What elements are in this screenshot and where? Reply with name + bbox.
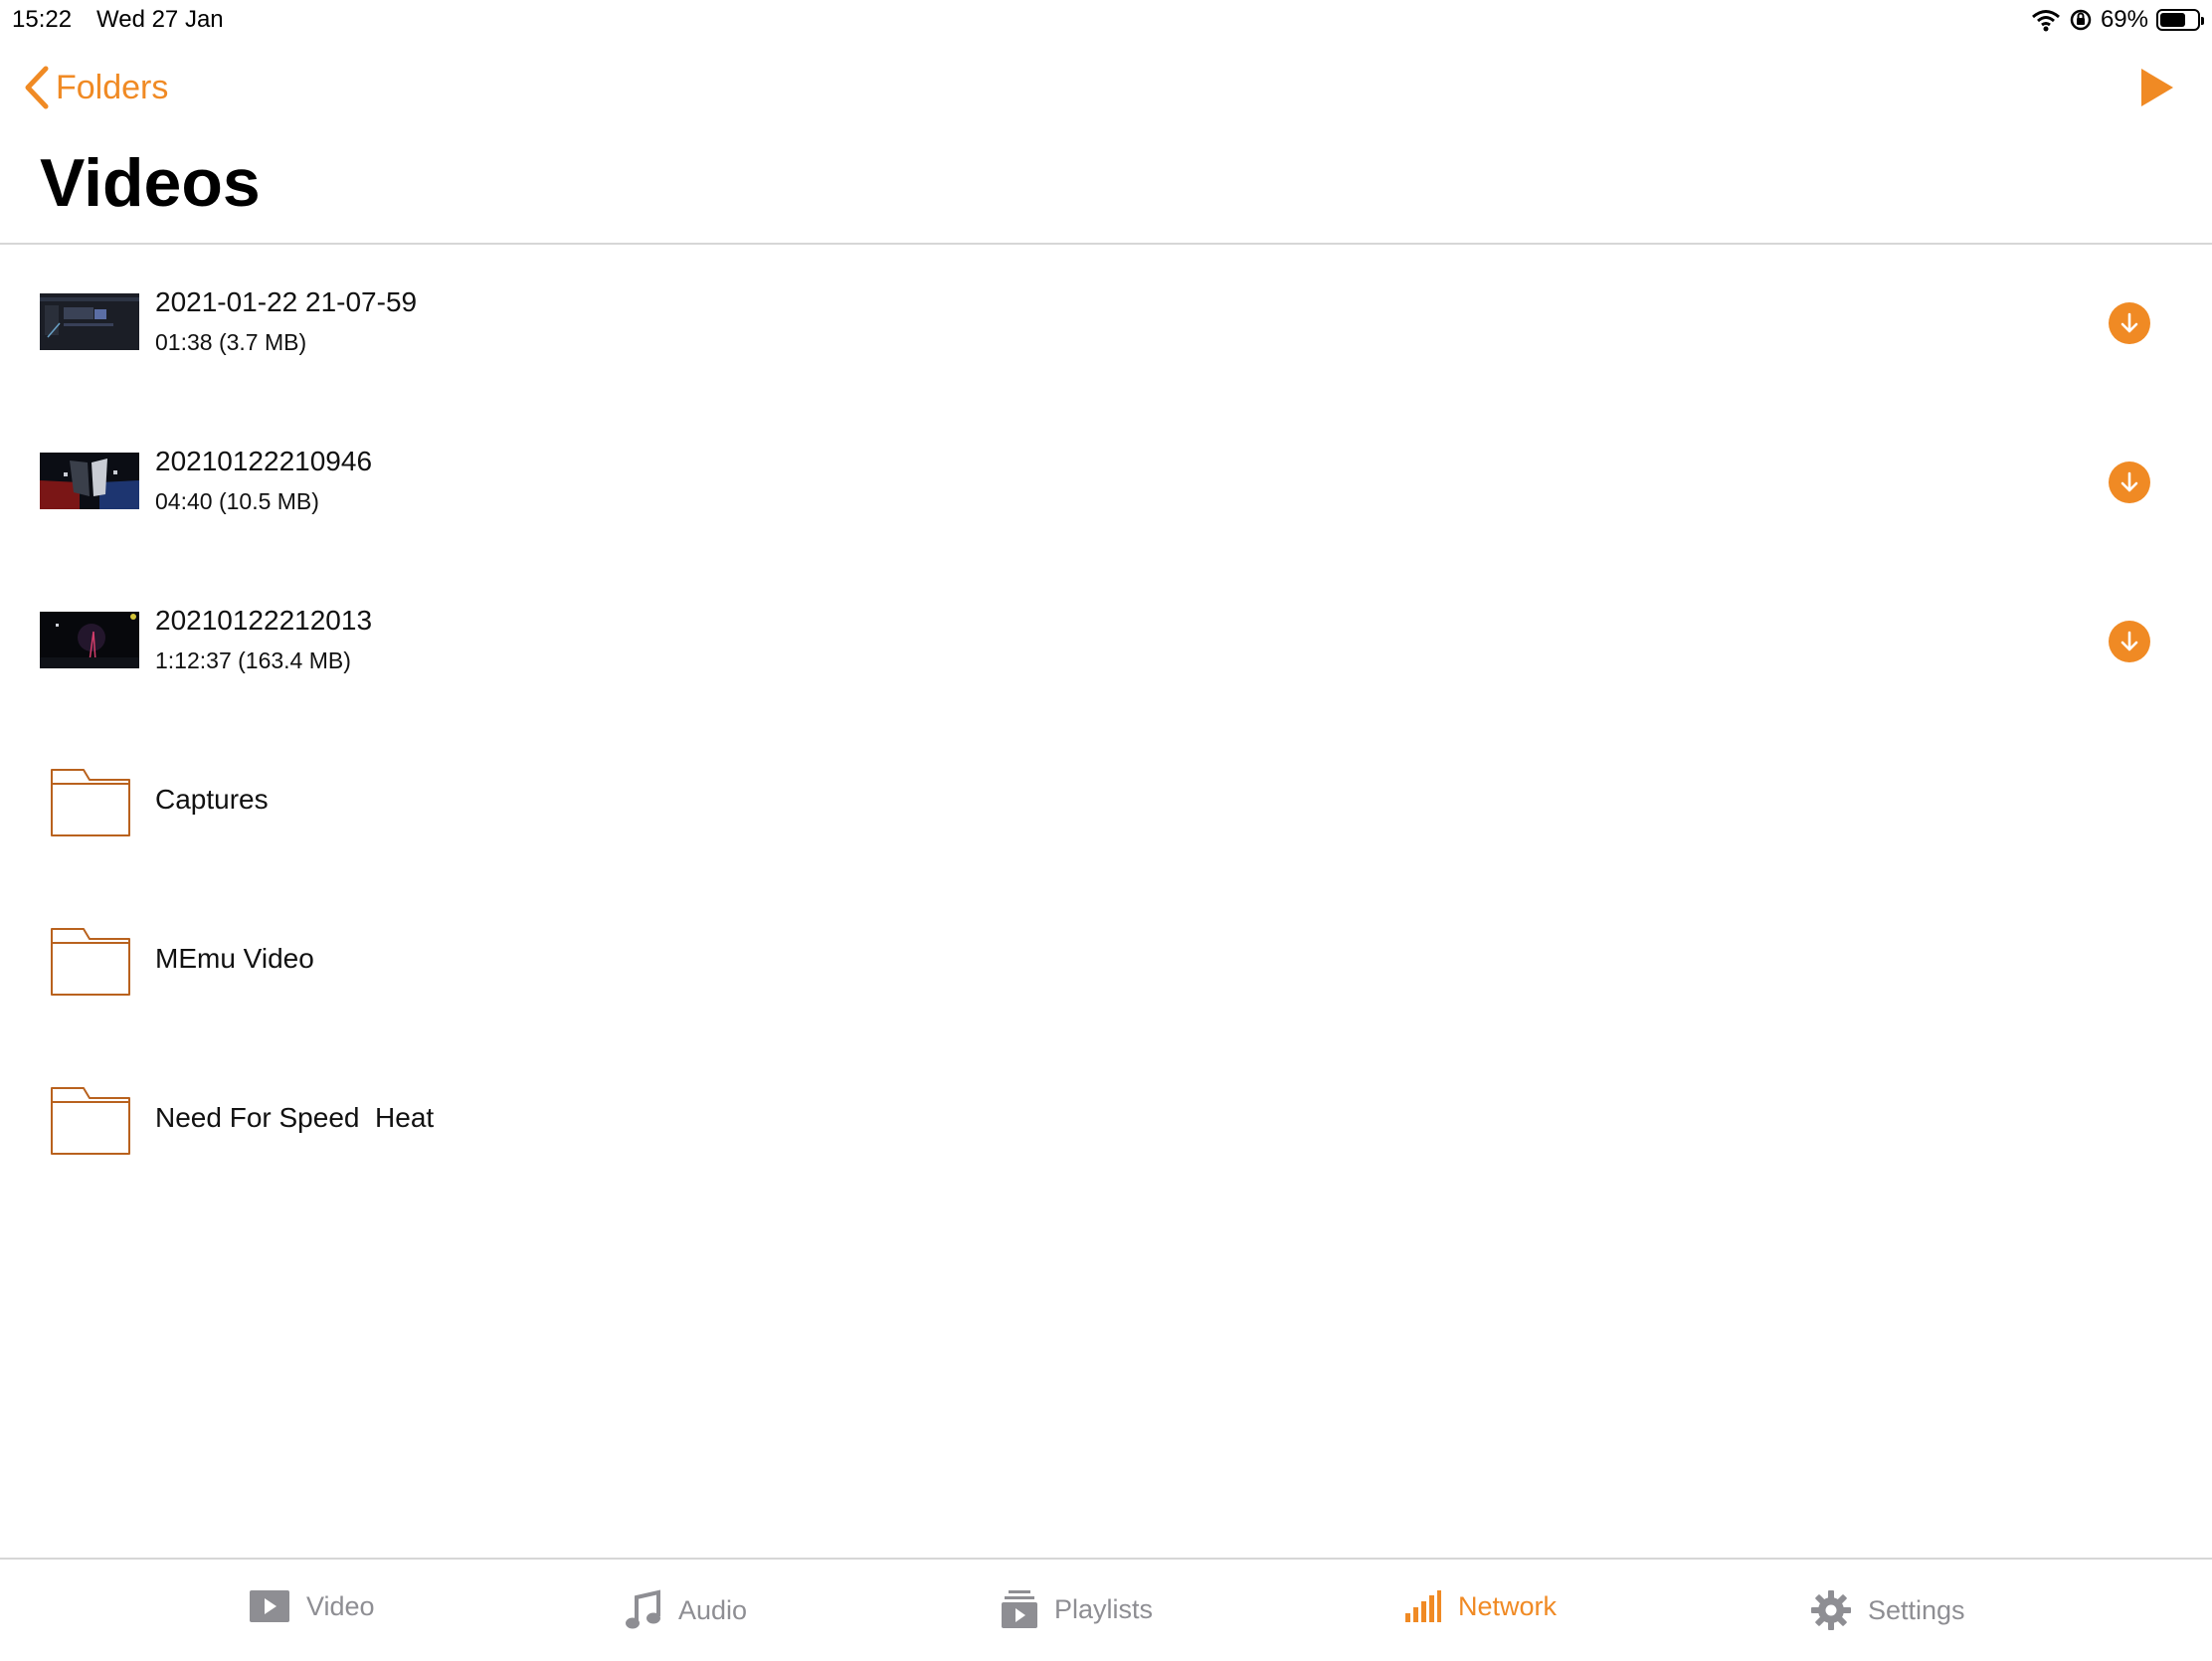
tab-network[interactable]: Network [1404, 1589, 1557, 1623]
status-indicators: 69% [2031, 6, 2204, 34]
tab-label: Audio [678, 1594, 748, 1625]
status-bar: 15:22 Wed 27 Jan 69% [0, 0, 2212, 40]
tab-label: Video [306, 1590, 375, 1621]
video-title: 2021-01-22 21-07-59 [155, 286, 418, 317]
video-meta: 1:12:37 (163.4 MB) [155, 647, 351, 673]
folder-icon [51, 769, 130, 836]
video-thumbnail [40, 612, 139, 668]
folder-name: Captures [155, 784, 269, 815]
tab-video[interactable]: Video [249, 1589, 375, 1623]
chevron-left-icon [25, 66, 49, 109]
video-row[interactable]: 20210122212013 1:12:37 (163.4 MB) [0, 563, 2212, 722]
tab-settings[interactable]: Settings [1810, 1589, 1965, 1631]
music-note-icon [626, 1589, 660, 1629]
arrow-down-icon [2120, 631, 2138, 651]
tab-label: Playlists [1054, 1593, 1154, 1624]
video-meta: 01:38 (3.7 MB) [155, 329, 307, 355]
download-button[interactable] [2109, 621, 2150, 662]
folder-row[interactable]: Need For Speed Heat [0, 1040, 2212, 1200]
playlists-icon [1002, 1590, 1037, 1628]
video-title: 20210122210946 [155, 446, 373, 476]
status-time: 15:22 [12, 6, 73, 33]
arrow-down-icon [2120, 471, 2138, 492]
play-icon [2141, 69, 2173, 106]
tab-audio[interactable]: Audio [625, 1589, 747, 1631]
tab-bar: Video Audio Playlists Network Settings [0, 1558, 2212, 1661]
download-button[interactable] [2109, 461, 2150, 503]
download-button[interactable] [2109, 302, 2150, 344]
battery-icon [2156, 9, 2204, 31]
folder-name: MEmu Video [155, 943, 314, 974]
folder-icon [51, 928, 130, 996]
status-date: Wed 27 Jan [96, 6, 224, 33]
gear-icon [1811, 1590, 1851, 1630]
page-title: Videos [40, 145, 261, 221]
tab-label: Settings [1868, 1594, 1965, 1625]
tab-label: Network [1458, 1590, 1558, 1621]
battery-level [2160, 13, 2185, 27]
folder-row[interactable]: Captures [0, 722, 2212, 881]
arrow-down-icon [2120, 312, 2138, 333]
tab-playlists[interactable]: Playlists [1001, 1589, 1153, 1629]
folder-name: Need For Speed Heat [155, 1102, 435, 1133]
battery-percent: 69% [2100, 6, 2148, 33]
video-row[interactable]: 20210122210946 04:40 (10.5 MB) [0, 404, 2212, 563]
folder-row[interactable]: MEmu Video [0, 881, 2212, 1040]
wifi-icon [2031, 10, 2060, 32]
network-bars-icon [1405, 1590, 1441, 1622]
video-thumbnail [40, 453, 139, 509]
video-icon [250, 1590, 289, 1622]
back-button-label: Folders [56, 68, 169, 106]
video-row[interactable]: 2021-01-22 21-07-59 01:38 (3.7 MB) [0, 245, 2212, 404]
video-title: 20210122212013 [155, 605, 373, 636]
video-meta: 04:40 (10.5 MB) [155, 488, 319, 514]
orientation-lock-icon [2070, 9, 2092, 31]
folder-icon [51, 1087, 130, 1155]
back-button[interactable]: Folders [24, 66, 168, 109]
video-thumbnail [40, 293, 139, 350]
play-button[interactable] [2140, 68, 2174, 112]
